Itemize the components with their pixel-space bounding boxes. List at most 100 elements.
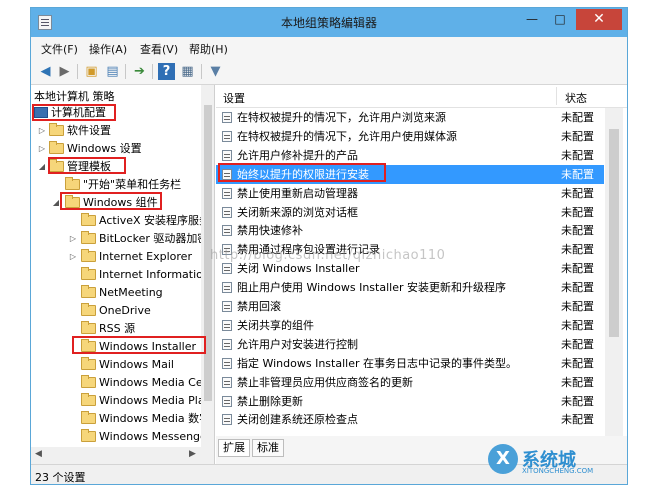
setting-name: 禁止使用重新启动管理器 — [237, 186, 358, 200]
maximize-button[interactable]: □ — [547, 9, 573, 30]
list-item[interactable]: 禁止删除更新 未配置 — [216, 392, 604, 411]
folder-icon — [81, 231, 96, 244]
setting-state: 未配置 — [561, 375, 594, 389]
tree-horizontal-scrollbar[interactable]: ◀ ▶ — [31, 447, 214, 464]
list-header: 设置 状态 — [216, 85, 627, 108]
setting-name: 允许用户修补提升的产品 — [237, 148, 358, 162]
tree-item-windows-messenger[interactable]: Windows Messenger — [31, 428, 211, 445]
tree-item-windows-media-drm[interactable]: Windows Media 数字 — [31, 410, 210, 427]
policy-setting-icon — [222, 282, 232, 294]
setting-state: 未配置 — [561, 300, 594, 313]
policy-setting-icon — [222, 130, 232, 142]
export-list-icon[interactable]: ➔ — [131, 63, 148, 80]
list-scroll-thumb[interactable] — [609, 129, 619, 337]
setting-name: 禁止删除更新 — [237, 394, 303, 408]
tree-root-label[interactable]: 本地计算机 策略 — [34, 88, 115, 104]
minimize-button[interactable]: — — [519, 9, 545, 30]
policy-setting-icon — [222, 338, 232, 350]
tree-item-start-menu[interactable]: "开始"菜单和任务栏 — [31, 176, 201, 193]
list-item[interactable]: 关闭新来源的浏览对话框 未配置 — [216, 203, 604, 222]
logo-mark-icon: X — [488, 444, 518, 474]
toolbar: ◀ ▶ ▣ ▤ ➔ ? ▦ ▼ — [31, 59, 627, 85]
list-item[interactable]: 在特权被提升的情况下，允许用户浏览来源 未配置 — [216, 108, 604, 127]
setting-name: 关闭新来源的浏览对话框 — [237, 205, 358, 219]
tree-item-windows-mail[interactable]: Windows Mail — [31, 356, 201, 373]
list-item[interactable]: 禁用快速修补 未配置 — [216, 221, 604, 240]
column-header-setting[interactable]: 设置 — [223, 90, 245, 106]
tree-item-windows-media-player[interactable]: Windows Media Player — [31, 392, 214, 409]
list-item[interactable]: 禁止非管理员应用供应商签名的更新 未配置 — [216, 373, 604, 392]
policy-setting-icon — [222, 414, 232, 426]
title-bar[interactable]: 本地组策略编辑器 — □ ✕ — [31, 8, 627, 37]
expand-arrow-icon[interactable]: ▷ — [68, 230, 78, 247]
tree-item-onedrive[interactable]: OneDrive — [31, 302, 201, 319]
tab-standard[interactable]: 标准 — [252, 439, 284, 457]
properties-icon[interactable]: ▦ — [179, 63, 196, 80]
scroll-right-icon[interactable]: ▶ — [189, 449, 196, 459]
tab-extended[interactable]: 扩展 — [218, 439, 250, 457]
policy-setting-icon — [222, 357, 232, 369]
folder-icon — [81, 249, 96, 262]
tree-item-activex[interactable]: ActiveX 安装程序服务 — [31, 212, 210, 229]
policy-setting-icon — [222, 149, 232, 161]
folder-icon — [81, 357, 96, 370]
expand-arrow-icon[interactable]: ▷ — [37, 122, 47, 139]
policy-setting-icon — [222, 206, 232, 218]
tree-item-software-settings[interactable]: ▷ 软件设置 — [31, 122, 201, 139]
status-text: 23 个设置 — [35, 471, 86, 484]
tree-item-internet-information[interactable]: Internet Information — [31, 266, 210, 283]
setting-name: 禁止非管理员应用供应商签名的更新 — [237, 375, 413, 389]
list-item[interactable]: 阻止用户使用 Windows Installer 安装更新和升级程序 未配置 — [216, 278, 604, 297]
list-item[interactable]: 允许用户修补提升的产品 未配置 — [216, 146, 604, 165]
setting-name: 指定 Windows Installer 在事务日志中记录的事件类型。 — [237, 356, 517, 370]
list-item[interactable]: 在特权被提升的情况下，允许用户使用媒体源 未配置 — [216, 127, 604, 146]
tree-item-windows-settings[interactable]: ▷ Windows 设置 — [31, 140, 201, 157]
tree-item-internet-explorer[interactable]: ▷ Internet Explorer — [31, 248, 201, 265]
annotation-box-selected-setting — [218, 163, 386, 182]
menu-action[interactable]: 操作(A) — [89, 41, 127, 57]
folder-icon — [81, 411, 96, 424]
list-item[interactable]: 关闭共享的组件 未配置 — [216, 316, 604, 335]
folder-icon — [81, 321, 96, 334]
folder-icon — [81, 393, 96, 406]
tree-item-rss[interactable]: RSS 源 — [31, 320, 201, 337]
list-item[interactable]: 允许用户对安装进行控制 未配置 — [216, 335, 604, 354]
expand-arrow-icon[interactable]: ▷ — [37, 140, 47, 157]
tree-item-netmeeting[interactable]: NetMeeting — [31, 284, 201, 301]
setting-name: 禁用回滚 — [237, 300, 281, 313]
close-button[interactable]: ✕ — [576, 9, 622, 30]
setting-name: 禁用快速修补 — [237, 224, 303, 238]
menu-bar: 文件(F) 操作(A) 查看(V) 帮助(H) — [31, 37, 627, 59]
help-icon[interactable]: ? — [158, 63, 175, 80]
setting-state: 未配置 — [561, 318, 594, 332]
menu-view[interactable]: 查看(V) — [140, 41, 178, 57]
show-hide-tree-icon[interactable]: ▤ — [104, 63, 121, 80]
back-arrow-icon[interactable]: ◀ — [37, 63, 54, 80]
policy-setting-icon — [222, 376, 232, 388]
policy-setting-icon — [222, 225, 232, 237]
list-item[interactable]: 禁止使用重新启动管理器 未配置 — [216, 184, 604, 203]
list-item[interactable]: 指定 Windows Installer 在事务日志中记录的事件类型。 未配置 — [216, 354, 604, 373]
folder-up-icon[interactable]: ▣ — [83, 63, 100, 80]
setting-state: 未配置 — [561, 205, 594, 219]
tree-item-windows-media-center[interactable]: Windows Media Center — [31, 374, 214, 391]
list-item[interactable]: 关闭创建系统还原检查点 未配置 — [216, 410, 604, 429]
list-item[interactable]: 禁用回滚 未配置 — [216, 297, 604, 316]
menu-file[interactable]: 文件(F) — [41, 41, 78, 57]
column-header-state[interactable]: 状态 — [565, 90, 587, 106]
policy-setting-icon — [222, 112, 232, 123]
tree-item-bitlocker[interactable]: ▷ BitLocker 驱动器加密 — [31, 230, 208, 247]
policy-setting-icon — [222, 301, 232, 312]
collapse-arrow-icon[interactable]: ◢ — [37, 158, 47, 175]
policy-setting-icon — [222, 187, 232, 199]
tree-pane[interactable]: 本地计算机 策略 ◢ 计算机配置 ▷ 软件设置 ▷ Windows 设置 ◢ 管… — [31, 85, 215, 464]
expand-arrow-icon[interactable]: ▷ — [68, 248, 78, 265]
annotation-box-computer-config — [32, 104, 116, 121]
forward-arrow-icon[interactable]: ▶ — [56, 63, 73, 80]
group-policy-editor-window: 本地组策略编辑器 — □ ✕ 文件(F) 操作(A) 查看(V) 帮助(H) ◀… — [30, 7, 628, 485]
folder-icon — [81, 285, 96, 298]
filter-icon[interactable]: ▼ — [207, 63, 224, 80]
menu-help[interactable]: 帮助(H) — [189, 41, 228, 57]
setting-name: 关闭创建系统还原检查点 — [237, 413, 358, 427]
scroll-left-icon[interactable]: ◀ — [35, 449, 42, 459]
